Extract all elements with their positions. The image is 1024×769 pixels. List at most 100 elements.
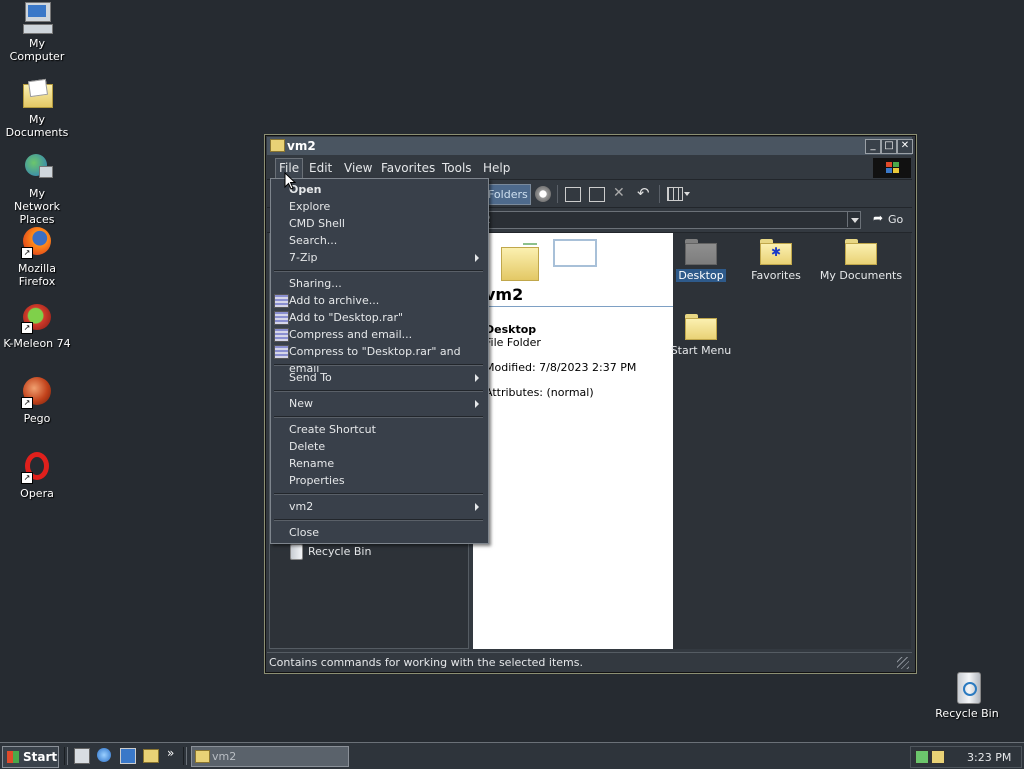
tree-item-recycle-bin[interactable]: Recycle Bin [288,544,408,560]
menu-help[interactable]: Help [483,161,510,175]
desktop-icon-recycle-bin[interactable]: Recycle Bin [930,672,1004,720]
desktop-icon-firefox[interactable]: ↗ Mozilla Firefox [0,227,74,288]
minimize-button[interactable]: _ [865,139,881,154]
desktop-icon-label: K-Meleon 74 [3,337,71,350]
desktop-icon-label: Opera [20,487,54,500]
desktop-icon-k-meleon[interactable]: ↗ K-Meleon 74 [0,302,74,350]
desktop-icon-label: My Documents [5,113,69,139]
menu-item-delete[interactable]: Delete [289,438,325,455]
status-bar: Contains commands for working with the s… [267,652,912,671]
menu-separator [274,364,483,366]
windows-logo-icon [7,751,19,763]
quicklaunch-explorer-icon[interactable] [143,749,159,763]
network-tray-icon[interactable] [915,750,929,764]
my-documents-icon [21,78,53,110]
desktop-folder-icon [685,239,717,265]
submenu-arrow-icon [475,254,479,262]
menu-favorites[interactable]: Favorites [381,161,435,175]
go-button[interactable]: ➦ Go [871,211,909,228]
recycle-bin-icon [951,672,983,704]
menu-item-vm2[interactable]: vm2 [289,498,313,515]
undo-icon[interactable]: ↶ [637,184,650,202]
menu-item-explore[interactable]: Explore [289,198,330,215]
menu-item-add-to-rar[interactable]: Add to "Desktop.rar" [289,309,403,326]
history-icon[interactable] [535,186,551,202]
my-documents-folder-icon [845,239,877,265]
chevron-down-icon [851,218,859,223]
details-heading: vm2 [485,285,524,304]
file-list-pane[interactable]: Desktop ✱ Favorites My Documents Start M… [671,233,911,649]
copy-to-icon[interactable] [589,187,605,202]
menu-item-compress-email[interactable]: Compress and email... [289,326,412,343]
winrar-icon [274,294,289,308]
desktop-icon-pego[interactable]: ↗ Pego [0,377,74,425]
taskbar-separator [183,747,187,765]
resize-grip-icon[interactable] [897,657,909,669]
desktop-icon-network-places[interactable]: My Network Places [0,152,74,226]
submenu-arrow-icon [475,503,479,511]
menu-item-create-shortcut[interactable]: Create Shortcut [289,421,376,438]
menu-item-new[interactable]: New [289,395,313,412]
menu-item-7zip[interactable]: 7-Zip [289,249,318,266]
menu-tools[interactable]: Tools [442,161,472,175]
desktop-icon-my-documents[interactable]: My Documents [0,78,74,139]
details-item-name: Desktop [485,323,537,336]
delete-icon[interactable]: ✕ [613,185,625,201]
menu-item-properties[interactable]: Properties [289,472,345,489]
address-dropdown-button[interactable] [847,212,861,227]
maximize-button[interactable]: □ [881,139,897,154]
go-label: Go [888,213,904,226]
shortcut-arrow-icon: ↗ [21,322,33,334]
file-item-desktop[interactable]: Desktop [663,239,739,282]
desktop-icon-my-computer[interactable]: My Computer [0,2,74,63]
menu-item-rename[interactable]: Rename [289,455,334,472]
details-item-type: File Folder [485,336,541,349]
menu-item-send-to[interactable]: Send To [289,369,332,386]
details-divider [473,306,673,307]
go-arrow-icon: ➦ [873,211,884,225]
quicklaunch-outlook-icon[interactable] [120,748,136,764]
title-bar[interactable]: vm2 _ □ ✕ [267,137,913,155]
search-tray-icon[interactable] [931,750,945,764]
taskbar-separator [64,747,68,765]
toolbar-separator [659,185,660,203]
menu-separator [274,416,483,418]
details-pane: vm2 Desktop File Folder Modified: 7/8/20… [473,233,673,649]
quicklaunch-ie-icon[interactable] [97,748,111,762]
opera-icon: ↗ [21,452,53,484]
submenu-arrow-icon [475,400,479,408]
address-input[interactable]: 2 [479,211,861,229]
desktop-icon-label: Mozilla Firefox [18,262,56,288]
taskbar-button-vm2[interactable]: vm2 [191,746,349,767]
menu-view[interactable]: View [344,161,372,175]
firefox-icon: ↗ [21,227,53,259]
menu-item-sharing[interactable]: Sharing... [289,275,342,292]
start-button[interactable]: Start [2,746,59,768]
menu-item-add-to-archive[interactable]: Add to archive... [289,292,379,309]
menu-item-search[interactable]: Search... [289,232,337,249]
pego-icon: ↗ [21,377,53,409]
quicklaunch-show-desktop-icon[interactable] [74,748,90,764]
file-item-my-documents[interactable]: My Documents [813,239,909,282]
chevron-down-icon[interactable] [684,192,690,196]
move-to-icon[interactable] [565,187,581,202]
k-meleon-icon: ↗ [21,302,53,334]
file-item-label: My Documents [819,269,903,282]
clock[interactable]: 3:23 PM [967,751,1011,764]
network-places-icon [21,152,53,184]
file-item-label: Favorites [751,269,801,282]
window-title: vm2 [287,139,316,153]
quicklaunch-more-icon[interactable]: » [167,746,174,760]
views-icon[interactable] [667,187,683,201]
my-computer-icon [21,2,53,34]
submenu-arrow-icon [475,374,479,382]
menu-separator [274,390,483,392]
menu-item-compress-rar-email[interactable]: Compress to "Desktop.rar" and email [289,343,488,375]
desktop-icon-opera[interactable]: ↗ Opera [0,452,74,500]
menu-item-close[interactable]: Close [289,524,319,541]
menu-item-cmd-shell[interactable]: CMD Shell [289,215,345,232]
file-item-start-menu[interactable]: Start Menu [663,314,739,357]
menu-edit[interactable]: Edit [309,161,332,175]
file-item-favorites[interactable]: ✱ Favorites [738,239,814,282]
close-button[interactable]: ✕ [897,139,913,154]
